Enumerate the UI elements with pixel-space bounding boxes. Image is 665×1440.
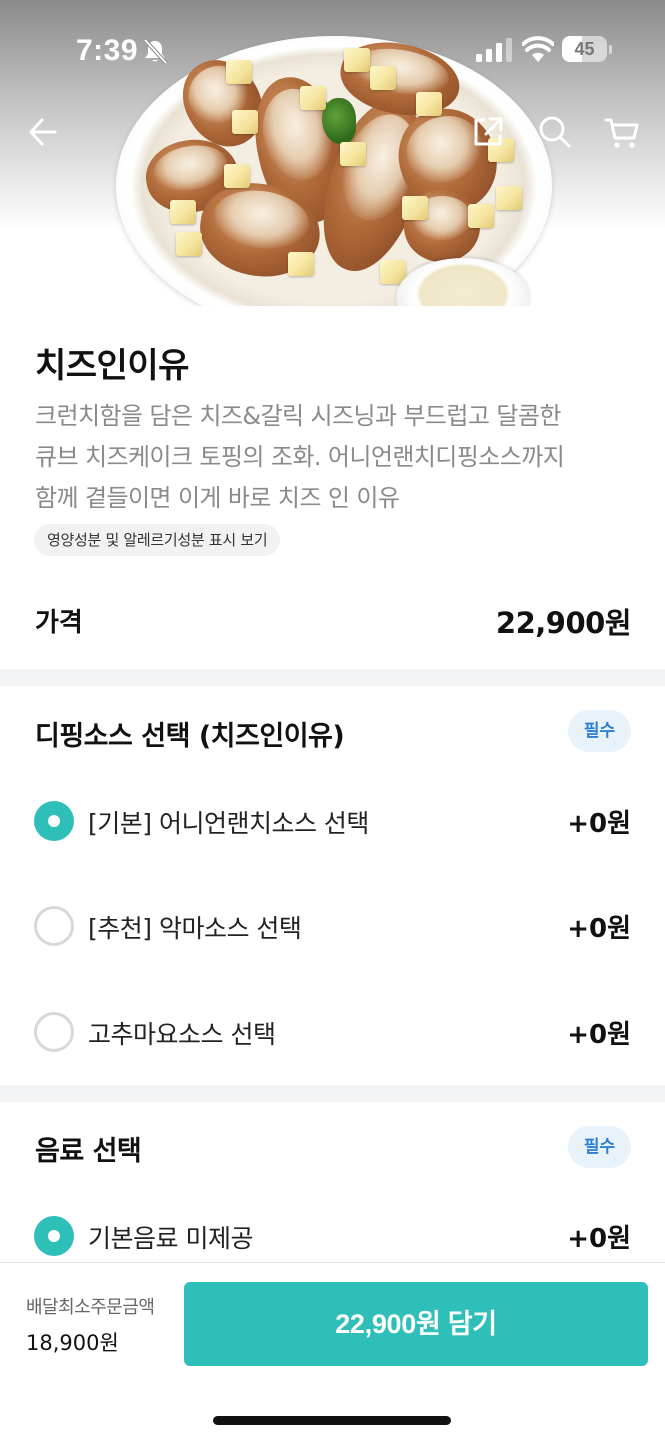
battery-icon: 45 [562, 36, 612, 62]
option-price: +0원 [567, 914, 631, 944]
option-no-drink[interactable]: 기본음료 미제공 +0원 [0, 1206, 665, 1266]
cheese-cube [224, 164, 250, 188]
cheese-cube [468, 204, 494, 228]
cheese-cube [176, 232, 202, 256]
battery-level: 45 [574, 39, 595, 59]
status-bar: 7:39 45 [0, 0, 665, 100]
share-button[interactable] [468, 112, 508, 152]
bottom-order-bar: 배달최소주문금액 18,900원 22,900원 담기 [0, 1262, 665, 1440]
cart-button[interactable] [602, 112, 642, 152]
battery-body: 45 [562, 36, 607, 62]
cheese-cube [170, 200, 196, 224]
section-title-dipping-sauce: 디핑소스 선택 (치즈인이유) [35, 721, 345, 752]
search-icon [539, 116, 571, 148]
cheese-cube [340, 142, 366, 166]
section-divider [0, 1085, 665, 1102]
required-badge: 필수 [568, 1126, 631, 1168]
product-title: 치즈인이유 [35, 346, 189, 386]
radio-selected[interactable] [34, 1216, 74, 1256]
option-price: +0원 [567, 1224, 631, 1254]
min-order-label: 배달최소주문금액 [26, 1297, 155, 1318]
section-divider [0, 669, 665, 686]
bell-slash-icon [143, 38, 168, 65]
herb-garnish [322, 98, 356, 144]
cheese-cube [496, 186, 522, 210]
back-arrow-icon [29, 118, 57, 146]
cart-icon [604, 118, 639, 148]
search-button[interactable] [535, 112, 575, 152]
description-line: 크런치함을 담은 치즈&갈릭 시즈닝과 부드럽고 달콤한 [35, 402, 561, 430]
cheese-cube [402, 196, 428, 220]
option-label: [추천] 악마소스 선택 [88, 914, 302, 943]
option-price: +0원 [567, 809, 631, 839]
option-label: 고추마요소스 선택 [88, 1020, 276, 1049]
product-description: 크런치함을 담은 치즈&갈릭 시즈닝과 부드럽고 달콤한 큐브 치즈케이크 토핑… [35, 396, 635, 519]
radio-unselected[interactable] [34, 1012, 74, 1052]
back-button[interactable] [22, 112, 62, 152]
option-onion-ranch[interactable]: [기본] 어니언랜치소스 선택 +0원 [0, 791, 665, 851]
description-line: 함께 곁들이면 이게 바로 치즈 인 이유 [35, 484, 400, 512]
required-badge: 필수 [568, 710, 631, 752]
option-price: +0원 [567, 1020, 631, 1050]
option-gochu-mayo[interactable]: 고추마요소스 선택 +0원 [0, 1002, 665, 1062]
home-indicator[interactable] [213, 1416, 451, 1425]
price-label: 가격 [35, 608, 83, 638]
radio-unselected[interactable] [34, 906, 74, 946]
signal-icon [476, 38, 512, 62]
option-devil-sauce[interactable]: [추천] 악마소스 선택 +0원 [0, 896, 665, 956]
option-label: 기본음료 미제공 [88, 1224, 253, 1253]
cheese-cube [288, 252, 314, 276]
price-row: 가격 22,900원 [35, 600, 632, 644]
status-time: 7:39 [76, 34, 139, 67]
share-icon [474, 117, 503, 146]
radio-selected[interactable] [34, 801, 74, 841]
nutrition-info-link[interactable]: 영양성분 및 알레르기성분 표시 보기 [34, 524, 281, 556]
description-line: 큐브 치즈케이크 토핑의 조화. 어니언랜치디핑소스까지 [35, 443, 565, 471]
wifi-icon [522, 36, 554, 62]
cheese-cube [232, 110, 258, 134]
section-title-drink: 음료 선택 [35, 1136, 142, 1167]
min-order-value: 18,900원 [26, 1331, 119, 1355]
battery-tip [609, 45, 612, 54]
add-to-cart-button[interactable]: 22,900원 담기 [184, 1282, 648, 1366]
price-value: 22,900원 [495, 606, 632, 640]
option-label: [기본] 어니언랜치소스 선택 [88, 809, 369, 838]
